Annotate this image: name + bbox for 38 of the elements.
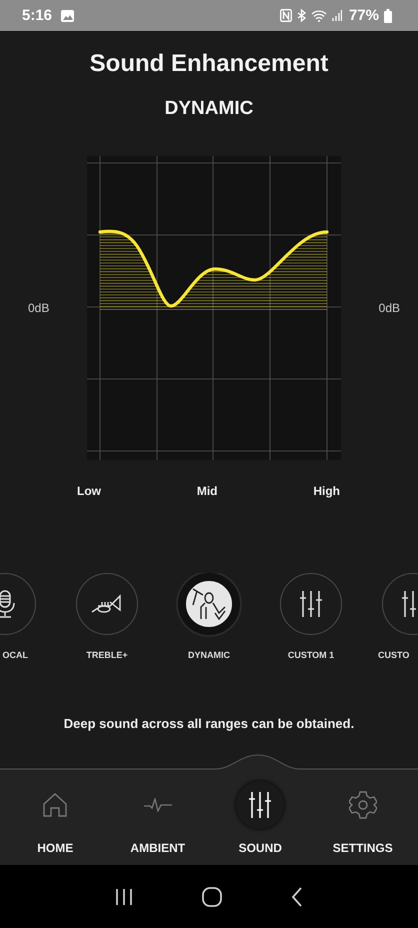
pulse-icon xyxy=(144,798,172,812)
preset-button[interactable] xyxy=(76,573,138,635)
screen-title: Sound Enhancement xyxy=(88,50,330,78)
nav-tab[interactable]: SOUND xyxy=(212,769,308,865)
battery-percent: 77% xyxy=(348,7,379,24)
sliders-icon xyxy=(248,791,272,819)
battery-icon xyxy=(384,8,392,22)
db-label: 0dB xyxy=(28,301,50,315)
wifi-icon xyxy=(310,10,327,22)
frequency-label: Low xyxy=(77,484,101,498)
preset-label: TREBLE+ xyxy=(85,650,129,660)
preset-button[interactable] xyxy=(280,573,342,635)
image-icon xyxy=(61,10,74,22)
preset-description: Deep sound across all ranges can be obtained. xyxy=(62,716,356,731)
preset-label: CUSTO xyxy=(377,650,410,660)
nav-tab[interactable]: AMBIENT xyxy=(110,769,206,865)
sliders-icon xyxy=(299,590,323,618)
home-button-icon[interactable] xyxy=(202,886,222,906)
nav-tab[interactable]: HOME xyxy=(7,769,104,865)
sliders-icon xyxy=(401,590,418,618)
back-icon[interactable] xyxy=(291,886,304,906)
preset-button[interactable] xyxy=(178,573,240,635)
preset-name: DYNAMIC xyxy=(164,98,254,120)
bluetooth-icon xyxy=(296,9,306,22)
signal-icon xyxy=(332,10,342,21)
frequency-label: High xyxy=(313,484,340,498)
db-label: 0dB xyxy=(378,301,400,315)
preset-label: CUSTOM 1 xyxy=(286,650,336,660)
microphone-icon xyxy=(0,590,16,618)
settings-icon xyxy=(348,791,377,819)
recent-apps-icon[interactable] xyxy=(114,888,133,904)
preset-label: OCAL xyxy=(2,650,29,660)
status-time: 5:16 xyxy=(22,7,52,24)
nav-tab[interactable]: SETTINGS xyxy=(314,769,411,865)
frequency-label: Mid xyxy=(196,484,218,498)
nfc-icon xyxy=(280,9,292,22)
preset-label: DYNAMIC xyxy=(187,650,231,660)
home-icon xyxy=(42,792,68,818)
